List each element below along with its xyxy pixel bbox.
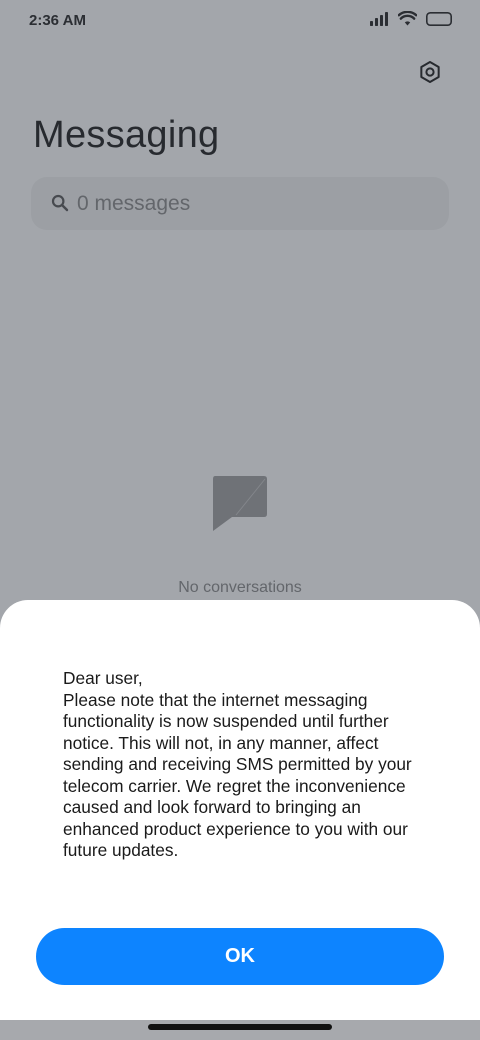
home-indicator[interactable] — [148, 1024, 332, 1030]
navigation-bar — [0, 1020, 480, 1040]
notice-dialog: Dear user, Please note that the internet… — [0, 600, 480, 1020]
ok-button[interactable]: OK — [36, 928, 444, 985]
dialog-message: Dear user, Please note that the internet… — [63, 668, 412, 860]
